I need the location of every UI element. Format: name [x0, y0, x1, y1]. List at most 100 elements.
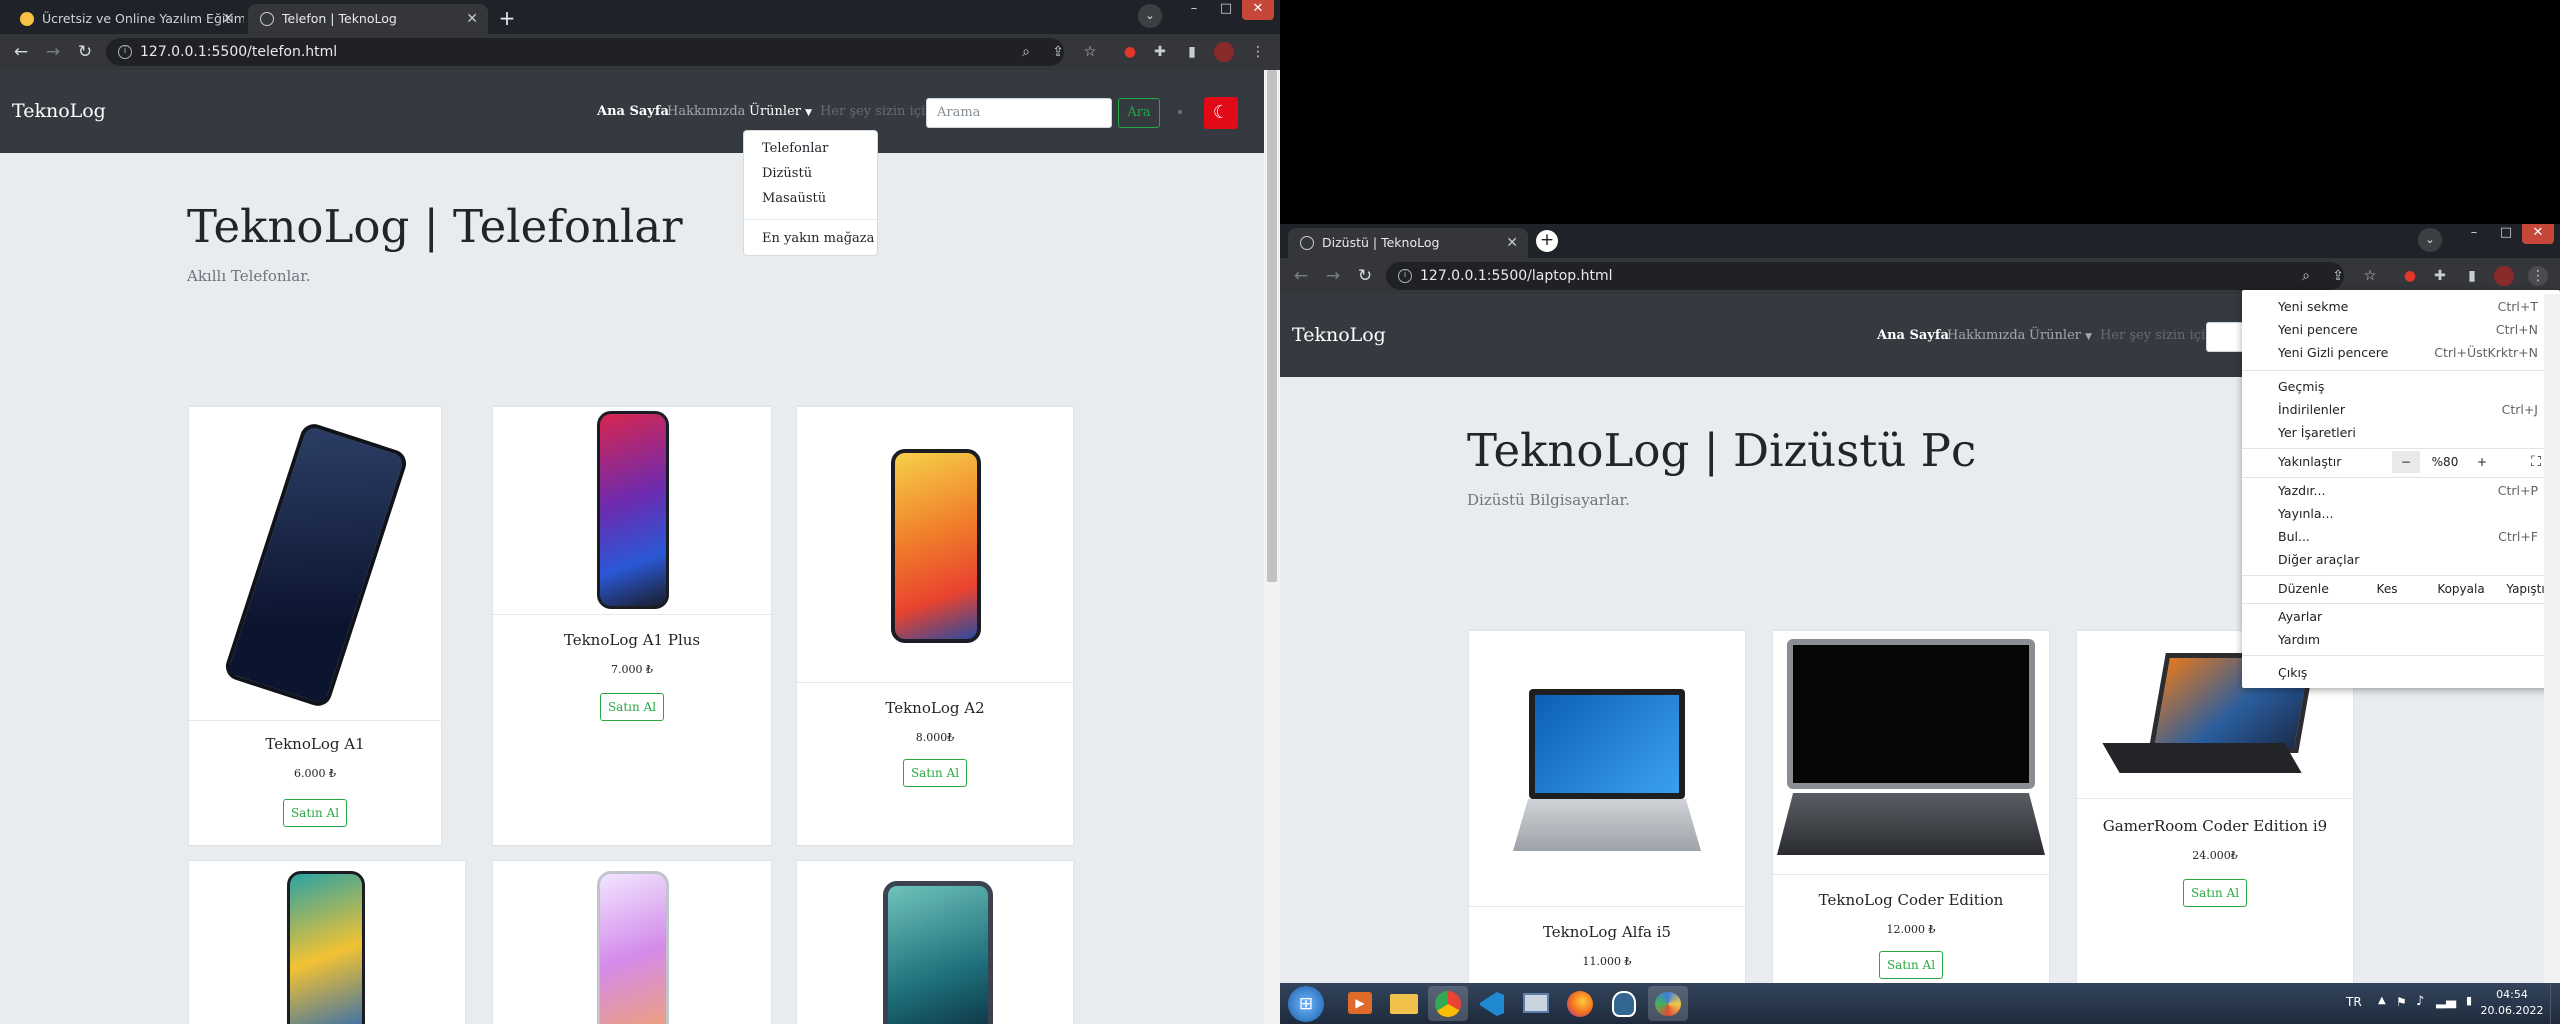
show-desktop-button[interactable] — [2550, 983, 2560, 1024]
tab-dizustu[interactable]: Dizüstü | TeknoLog ✕ — [1288, 228, 1528, 258]
close-tab-icon[interactable]: ✕ — [1506, 228, 1518, 258]
dropdown-item-dizustu[interactable]: Dizüstü — [762, 166, 812, 181]
dropdown-item-en-yakin-magaza[interactable]: En yakın mağaza — [762, 231, 874, 246]
dropdown-item-masaustu[interactable]: Masaüstü — [762, 191, 826, 206]
tab-search-button[interactable]: ⌄ — [1138, 4, 1162, 28]
zoom-out-button[interactable]: − — [2392, 451, 2420, 473]
side-panel-icon[interactable]: ▮ — [2462, 266, 2482, 286]
menu-item-yazdir[interactable]: Yazdır... Ctrl+P — [2242, 480, 2560, 502]
bookmark-star-icon[interactable]: ☆ — [1080, 42, 1100, 62]
tab-yazilim-egitimi[interactable]: Ücretsiz ve Online Yazılım Eğitimi ✕ — [8, 4, 244, 34]
more-menu-icon[interactable]: ⋮ — [2528, 266, 2548, 286]
menu-item-yeni-sekme[interactable]: Yeni sekme Ctrl+T — [2242, 296, 2560, 318]
close-window-button[interactable]: ✕ — [2522, 224, 2554, 244]
close-tab-icon[interactable]: ✕ — [222, 4, 234, 34]
volume-icon[interactable]: ♪ — [2416, 994, 2424, 1009]
copy-button[interactable]: Kopyala — [2426, 578, 2496, 600]
close-tab-icon[interactable]: ✕ — [466, 4, 478, 34]
close-window-button[interactable]: ✕ — [1242, 0, 1274, 20]
scrollbar-thumb[interactable] — [1267, 70, 1277, 582]
extension-red-icon[interactable]: ● — [2400, 266, 2420, 286]
menu-item-gecmis[interactable]: Geçmiş▶ — [2242, 376, 2560, 398]
site-info-icon[interactable]: i — [1398, 269, 1412, 283]
new-tab-button[interactable]: + — [1536, 230, 1558, 252]
dropdown-item-telefonlar[interactable]: Telefonlar — [762, 141, 828, 156]
brand-logo[interactable]: TeknoLog — [12, 100, 106, 122]
back-arrow-icon[interactable]: ← — [8, 40, 34, 64]
profile-avatar[interactable] — [2494, 266, 2514, 286]
profile-avatar[interactable] — [1214, 42, 1234, 62]
menu-item-yeni-pencere[interactable]: Yeni pencere Ctrl+N — [2242, 319, 2560, 341]
media-player-icon[interactable]: ▶ — [1340, 986, 1380, 1021]
extensions-puzzle-icon[interactable]: ✚ — [1150, 42, 1170, 62]
nav-products-dropdown[interactable]: Ürünler ▼ — [749, 104, 812, 119]
firefox-icon[interactable] — [1560, 986, 1600, 1021]
buy-button[interactable]: Satın Al — [600, 693, 664, 721]
buy-button[interactable]: Satın Al — [1879, 951, 1943, 979]
nav-home-link[interactable]: Ana Sayfa — [1877, 328, 1949, 343]
buy-button[interactable]: Satın Al — [903, 759, 967, 787]
nav-about-link[interactable]: Hakkımızda — [1947, 328, 2025, 343]
buy-button[interactable]: Satın Al — [2183, 879, 2247, 907]
file-explorer-icon[interactable] — [1384, 986, 1424, 1021]
page-scrollbar[interactable] — [1264, 70, 1280, 1024]
site-info-icon[interactable]: i — [118, 45, 132, 59]
maximize-button[interactable]: □ — [1210, 0, 1242, 20]
menu-item-cikis[interactable]: Çıkış — [2242, 662, 2560, 684]
tab-search-button[interactable]: ⌄ — [2418, 228, 2442, 252]
extension-red-icon[interactable]: ● — [1120, 42, 1140, 62]
tray-arrow-icon[interactable]: ▲ — [2378, 995, 2386, 1006]
bookmark-star-icon[interactable]: ☆ — [2360, 266, 2380, 286]
zoom-icon[interactable]: ⌕ — [2296, 266, 2316, 286]
page-scrollbar[interactable] — [2544, 294, 2560, 983]
menu-item-yeni-gizli-pencere[interactable]: Yeni Gizli pencere Ctrl+ÜstKrktr+N — [2242, 342, 2560, 364]
side-panel-icon[interactable]: ▮ — [1182, 42, 1202, 62]
language-indicator[interactable]: TR — [2346, 995, 2362, 1009]
address-bar[interactable]: i 127.0.0.1:5500/laptop.html — [1386, 262, 2344, 290]
tray-flag-icon[interactable]: ⚑ — [2396, 995, 2407, 1009]
remote-desktop-icon[interactable] — [1516, 986, 1556, 1021]
more-menu-icon[interactable]: ⋮ — [1248, 42, 1268, 62]
turkey-flag-icon[interactable]: ☾ — [1204, 97, 1238, 129]
menu-item-diger-araclar[interactable]: Diğer araçlar▶ — [2242, 549, 2560, 571]
extensions-puzzle-icon[interactable]: ✚ — [2430, 266, 2450, 286]
reload-icon[interactable]: ↻ — [1352, 264, 1378, 288]
share-icon[interactable]: ⇪ — [1048, 42, 1068, 62]
menu-item-indirilenler[interactable]: İndirilenler Ctrl+J — [2242, 399, 2560, 421]
tab-telefon[interactable]: Telefon | TeknoLog ✕ — [248, 4, 488, 34]
cut-button[interactable]: Kes — [2352, 578, 2422, 600]
postgresql-icon[interactable] — [1604, 986, 1644, 1021]
network-icon[interactable]: ▂▄ — [2436, 994, 2456, 1009]
share-icon[interactable]: ⇪ — [2328, 266, 2348, 286]
menu-item-yer-isaretleri[interactable]: Yer İşaretleri▶ — [2242, 422, 2560, 444]
search-button[interactable]: Ara — [1118, 98, 1160, 128]
forward-arrow-icon[interactable]: → — [40, 40, 66, 64]
new-tab-button[interactable]: + — [494, 6, 520, 32]
forward-arrow-icon[interactable]: → — [1320, 264, 1346, 288]
chrome-icon[interactable] — [1428, 986, 1468, 1021]
clock-time[interactable]: 04:54 — [2487, 988, 2537, 1001]
buy-button[interactable]: Satın Al — [283, 799, 347, 827]
search-input[interactable]: Arama — [926, 98, 1112, 128]
menu-item-yardim[interactable]: Yardım▶ — [2242, 629, 2560, 651]
nav-products-dropdown[interactable]: Ürünler ▼ — [2029, 328, 2092, 343]
minimize-button[interactable]: – — [1178, 0, 1210, 20]
address-bar[interactable]: i 127.0.0.1:5500/telefon.html — [106, 38, 1064, 66]
nav-home-link[interactable]: Ana Sayfa — [597, 104, 669, 119]
zoom-icon[interactable]: ⌕ — [1016, 42, 1036, 62]
nav-about-link[interactable]: Hakkımızda — [667, 104, 745, 119]
start-button[interactable]: ⊞ — [1288, 986, 1324, 1022]
menu-item-yayinla[interactable]: Yayınla... — [2242, 503, 2560, 525]
clock-date[interactable]: 20.06.2022 — [2480, 1004, 2544, 1017]
minimize-button[interactable]: – — [2458, 224, 2490, 244]
menu-item-bul[interactable]: Bul... Ctrl+F — [2242, 526, 2560, 548]
vscode-icon[interactable] — [1472, 986, 1512, 1021]
paint-icon[interactable] — [1648, 986, 1688, 1021]
menu-item-ayarlar[interactable]: Ayarlar — [2242, 606, 2560, 628]
brand-logo[interactable]: TeknoLog — [1292, 324, 1386, 346]
maximize-button[interactable]: □ — [2490, 224, 2522, 244]
back-arrow-icon[interactable]: ← — [1288, 264, 1314, 288]
signal-icon[interactable]: ▮ — [2466, 994, 2472, 1007]
zoom-in-button[interactable]: + — [2468, 451, 2496, 473]
reload-icon[interactable]: ↻ — [72, 40, 98, 64]
